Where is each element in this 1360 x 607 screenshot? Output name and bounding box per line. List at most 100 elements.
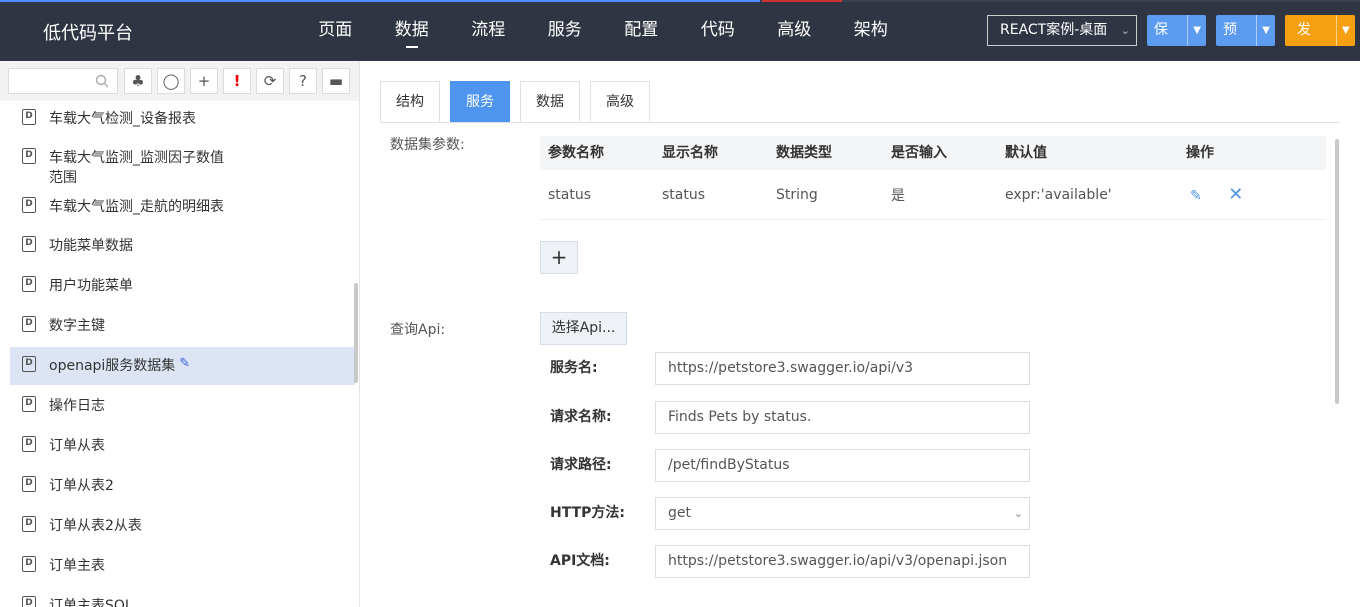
- preview-split-button: 预览 ▼: [1216, 15, 1275, 46]
- tree-item[interactable]: D 数字主键: [10, 316, 355, 336]
- preview-dropdown-icon[interactable]: ▼: [1256, 15, 1275, 46]
- document-icon: D: [22, 197, 36, 213]
- tree-item[interactable]: D 订单主表: [10, 556, 355, 576]
- tree-item-label: 订单主表SQL: [49, 598, 133, 607]
- service-name-row: 服务名: https://petstore3.swagger.io/api/v3: [550, 352, 1050, 385]
- left-panel: ♣ ◯ + ! ⟳ ? ▬ D 车载大气检测_设备报表 D 车载大气监测_监测因…: [0, 61, 360, 607]
- publish-split-button: 发布 ▼: [1285, 15, 1355, 46]
- tree-item-label: 用户功能菜单: [49, 278, 133, 294]
- request-path-row: 请求路径: /pet/findByStatus: [550, 449, 1050, 482]
- tree-item[interactable]: D 订单从表2从表: [10, 516, 355, 536]
- app-select[interactable]: REACT案例-桌面 ⌄: [987, 15, 1137, 46]
- document-icon: D: [22, 476, 36, 492]
- cell-default: expr:'available': [1005, 186, 1112, 203]
- save-split-button: 保存 ▼: [1147, 15, 1206, 46]
- tab-divider: [380, 122, 1340, 123]
- params-table-header: 参数名称 显示名称 数据类型 是否输入 默认值 操作: [540, 136, 1326, 170]
- tab-advanced[interactable]: 高级: [590, 81, 650, 123]
- request-path-field[interactable]: /pet/findByStatus: [655, 449, 1030, 482]
- nav-advanced[interactable]: 高级: [756, 0, 833, 61]
- header-param-name: 参数名称: [548, 145, 604, 161]
- service-name-field[interactable]: https://petstore3.swagger.io/api/v3: [655, 352, 1030, 385]
- nav-pages[interactable]: 页面: [297, 0, 374, 61]
- nav-architecture[interactable]: 架构: [833, 0, 910, 61]
- nav-config[interactable]: 配置: [603, 0, 680, 61]
- http-method-select[interactable]: get ⌄: [655, 497, 1030, 530]
- tree-item[interactable]: D 功能菜单数据: [10, 236, 355, 256]
- app-select-value: REACT案例-桌面: [1000, 22, 1108, 38]
- service-name-label: 服务名:: [550, 360, 598, 376]
- request-name-field[interactable]: Finds Pets by status.: [655, 401, 1030, 434]
- tree-item-label: 数字主键: [49, 318, 105, 334]
- publish-dropdown-icon[interactable]: ▼: [1335, 15, 1355, 46]
- tree-search: [8, 68, 118, 94]
- tree-item-label: 功能菜单数据: [49, 238, 133, 254]
- query-api-label: 查询Api:: [390, 322, 446, 338]
- document-icon: D: [22, 276, 36, 292]
- refresh-icon[interactable]: ⟳: [256, 68, 284, 94]
- publish-button[interactable]: 发布: [1285, 15, 1336, 46]
- top-bar: 低代码平台 页面 数据 流程 服务 配置 代码 高级 架构 REACT案例-桌面…: [0, 0, 1360, 61]
- window-icon[interactable]: ▬: [322, 68, 350, 94]
- tree-icon[interactable]: ♣: [124, 68, 152, 94]
- tag-icon[interactable]: ◯: [157, 68, 185, 94]
- tree-item[interactable]: D 车载大气检测_设备报表: [10, 109, 355, 129]
- tree-item-label: 车载大气检测_设备报表: [49, 111, 196, 127]
- http-method-value: get: [668, 505, 691, 521]
- tree-item[interactable]: D 订单主表SQL: [10, 596, 355, 607]
- tab-data[interactable]: 数据: [520, 81, 580, 123]
- request-name-row: 请求名称: Finds Pets by status.: [550, 401, 1050, 434]
- add-param-button[interactable]: +: [540, 241, 578, 274]
- select-api-button[interactable]: 选择Api...: [540, 312, 627, 345]
- save-dropdown-icon[interactable]: ▼: [1187, 15, 1206, 46]
- api-doc-row: API文档: https://petstore3.swagger.io/api/…: [550, 545, 1050, 578]
- pencil-icon[interactable]: ✎: [179, 356, 190, 371]
- document-icon: D: [22, 316, 36, 332]
- save-button[interactable]: 保存: [1147, 15, 1187, 46]
- tree-item[interactable]: D 操作日志: [10, 396, 355, 416]
- cell-data-type: String: [776, 186, 818, 203]
- api-doc-field[interactable]: https://petstore3.swagger.io/api/v3/open…: [655, 545, 1030, 578]
- document-icon: D: [22, 148, 36, 164]
- tab-structure[interactable]: 结构: [380, 81, 440, 123]
- nav-data[interactable]: 数据: [374, 0, 451, 61]
- request-name-label: 请求名称:: [550, 409, 612, 425]
- tab-service[interactable]: 服务: [450, 81, 510, 123]
- tree-item[interactable]: D 车载大气监测_监测因子数值 范围: [10, 148, 355, 188]
- tree-item-label: openapi服务数据集: [49, 358, 176, 374]
- tree-item[interactable]: D 订单从表: [10, 436, 355, 456]
- preview-button[interactable]: 预览: [1216, 15, 1256, 46]
- tree-item-label: 车载大气监测_监测因子数值 范围: [49, 150, 224, 186]
- tree-scrollbar[interactable]: [354, 283, 358, 383]
- tree-item-label: 车载大气监测_走航的明细表: [49, 199, 224, 215]
- header-data-type: 数据类型: [776, 145, 832, 161]
- tree-item[interactable]: D 车载大气监测_走航的明细表: [10, 197, 355, 217]
- plus-icon[interactable]: +: [190, 68, 218, 94]
- tree-item[interactable]: D 订单从表2: [10, 476, 355, 496]
- search-icon[interactable]: [95, 74, 109, 88]
- main-nav: 页面 数据 流程 服务 配置 代码 高级 架构: [297, 0, 909, 61]
- nav-service[interactable]: 服务: [527, 0, 604, 61]
- tree-search-input[interactable]: [9, 69, 89, 93]
- nav-code[interactable]: 代码: [680, 0, 757, 61]
- tree-toolbar: ♣ ◯ + ! ⟳ ? ▬: [0, 61, 359, 101]
- app-title: 低代码平台: [43, 23, 133, 44]
- cell-is-input: 是: [891, 187, 905, 204]
- tree-item-selected[interactable]: D openapi服务数据集 ✎: [10, 347, 355, 385]
- help-icon[interactable]: ?: [289, 68, 317, 94]
- exclamation-icon[interactable]: !: [223, 68, 251, 94]
- edit-icon[interactable]: ✎: [1190, 188, 1202, 204]
- nav-flow[interactable]: 流程: [450, 0, 527, 61]
- document-icon: D: [22, 516, 36, 532]
- header-actions: 操作: [1186, 145, 1214, 161]
- document-icon: D: [22, 556, 36, 572]
- content-scrollbar[interactable]: [1335, 139, 1339, 404]
- http-method-row: HTTP方法: get ⌄: [550, 497, 1050, 530]
- cell-display-name: status: [662, 186, 706, 203]
- header-display-name: 显示名称: [662, 145, 718, 161]
- tree-item[interactable]: D 用户功能菜单: [10, 276, 355, 296]
- document-icon: D: [22, 436, 36, 452]
- tree-item-label: 订单主表: [49, 558, 105, 574]
- document-icon: D: [22, 356, 36, 372]
- close-icon[interactable]: ✕: [1228, 184, 1243, 205]
